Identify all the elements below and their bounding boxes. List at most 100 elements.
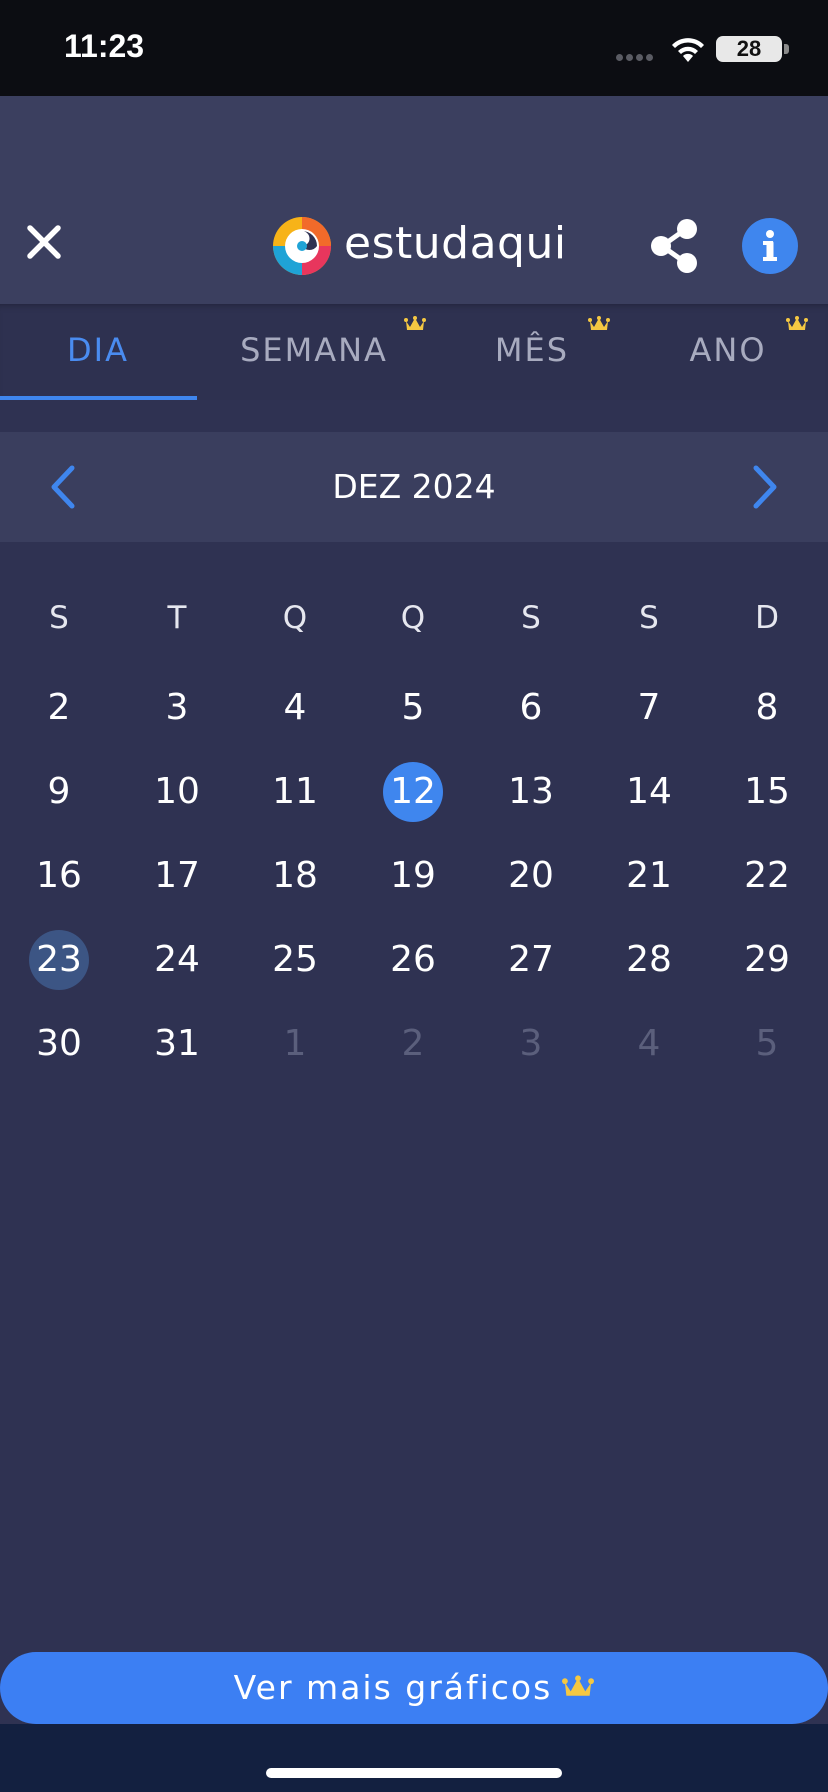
day-number: 28	[626, 939, 672, 980]
info-icon	[763, 230, 777, 261]
calendar-day[interactable]: 8	[708, 678, 826, 738]
status-bar: 11:23 28	[0, 0, 828, 96]
calendar-day[interactable]: 25	[236, 930, 354, 990]
day-number: 20	[508, 855, 554, 896]
status-indicators: 28	[592, 34, 792, 64]
calendar-day[interactable]: 22	[708, 846, 826, 906]
calendar-day[interactable]: 31	[118, 1014, 236, 1074]
calendar-day[interactable]: 28	[590, 930, 708, 990]
see-more-charts-button[interactable]: Ver mais gráficos	[0, 1652, 828, 1724]
calendar-day[interactable]: 12	[354, 762, 472, 822]
active-tab-indicator	[0, 396, 197, 400]
calendar-day[interactable]: 15	[708, 762, 826, 822]
calendar-day[interactable]: 5	[354, 678, 472, 738]
calendar-day[interactable]: 24	[118, 930, 236, 990]
weekday-label: S	[521, 600, 541, 636]
day-number: 2	[401, 1023, 425, 1064]
day-number: 29	[744, 939, 790, 980]
day-number: 1	[283, 1023, 307, 1064]
day-number: 26	[390, 939, 436, 980]
day-number: 5	[755, 1023, 779, 1064]
logo-text: estudaqui	[344, 218, 567, 269]
cta-label: Ver mais gráficos	[233, 1668, 553, 1707]
day-number: 30	[36, 1023, 82, 1064]
tab-label: SEMANA	[240, 331, 388, 369]
day-number: 27	[508, 939, 554, 980]
calendar-day[interactable]: 30	[0, 1014, 118, 1074]
day-number: 31	[154, 1023, 200, 1064]
calendar-day[interactable]: 5	[708, 1014, 826, 1074]
calendar-day[interactable]: 16	[0, 846, 118, 906]
day-number: 3	[519, 1023, 543, 1064]
battery-level: 28	[736, 36, 762, 61]
crown-icon	[404, 316, 426, 330]
calendar-day[interactable]: 7	[590, 678, 708, 738]
day-number: 2	[47, 687, 71, 728]
close-button[interactable]	[22, 220, 66, 264]
bottom-safe-area	[0, 1724, 828, 1792]
calendar-day[interactable]: 2	[354, 1014, 472, 1074]
day-number: 3	[165, 687, 189, 728]
calendar-day[interactable]: 27	[472, 930, 590, 990]
period-tabs: DIA SEMANA MÊS ANO	[0, 304, 828, 400]
status-time: 11:23	[64, 28, 145, 64]
day-number: 11	[272, 771, 318, 812]
calendar-day[interactable]: 18	[236, 846, 354, 906]
calendar-day[interactable]: 3	[118, 678, 236, 738]
day-number: 7	[637, 687, 661, 728]
chevron-right-icon	[753, 465, 777, 509]
day-number: 18	[272, 855, 318, 896]
crown-icon	[786, 316, 808, 330]
weekday-label: T	[167, 600, 187, 636]
wifi-icon	[672, 38, 704, 62]
day-number: 23	[36, 939, 82, 980]
share-button[interactable]	[648, 218, 700, 274]
logo-icon	[273, 217, 331, 275]
day-number: 4	[283, 687, 307, 728]
next-month-button[interactable]	[748, 464, 780, 510]
day-number: 13	[508, 771, 554, 812]
cellular-signal-icon	[616, 54, 656, 62]
weekday-label: Q	[282, 600, 308, 636]
calendar-day[interactable]: 29	[708, 930, 826, 990]
calendar-day[interactable]: 4	[590, 1014, 708, 1074]
calendar-day[interactable]: 21	[590, 846, 708, 906]
calendar-day[interactable]: 4	[236, 678, 354, 738]
day-number: 6	[519, 687, 543, 728]
calendar-day[interactable]: 14	[590, 762, 708, 822]
home-indicator[interactable]	[266, 1768, 562, 1778]
weekday-header: STQQSSD	[0, 580, 828, 660]
day-number: 22	[744, 855, 790, 896]
calendar-day[interactable]: 9	[0, 762, 118, 822]
month-title: DEZ 2024	[332, 467, 496, 506]
tab-semana[interactable]: SEMANA	[216, 304, 412, 400]
weekday-label: S	[639, 600, 659, 636]
weekday-label: Q	[400, 600, 426, 636]
tab-label: MÊS	[494, 331, 570, 369]
calendar-day[interactable]: 6	[472, 678, 590, 738]
info-button[interactable]	[742, 218, 798, 274]
day-number: 5	[401, 687, 425, 728]
calendar-day[interactable]: 20	[472, 846, 590, 906]
calendar-day[interactable]: 1	[236, 1014, 354, 1074]
calendar-day[interactable]: 23	[0, 930, 118, 990]
calendar-day[interactable]: 17	[118, 846, 236, 906]
calendar-day[interactable]: 3	[472, 1014, 590, 1074]
calendar-day[interactable]: 26	[354, 930, 472, 990]
tab-dia[interactable]: DIA	[0, 304, 196, 400]
calendar-day[interactable]: 11	[236, 762, 354, 822]
month-navigator: DEZ 2024	[0, 432, 828, 542]
weekday-label: S	[49, 600, 69, 636]
calendar-day[interactable]: 2	[0, 678, 118, 738]
tab-label: DIA	[67, 331, 129, 369]
day-number: 14	[626, 771, 672, 812]
battery-icon: 28	[716, 34, 792, 64]
calendar-day[interactable]: 19	[354, 846, 472, 906]
day-number: 21	[626, 855, 672, 896]
day-number: 9	[47, 771, 71, 812]
day-number: 10	[154, 771, 200, 812]
day-number: 19	[390, 855, 436, 896]
calendar-day[interactable]: 10	[118, 762, 236, 822]
weekday-label: D	[755, 600, 779, 636]
calendar-day[interactable]: 13	[472, 762, 590, 822]
